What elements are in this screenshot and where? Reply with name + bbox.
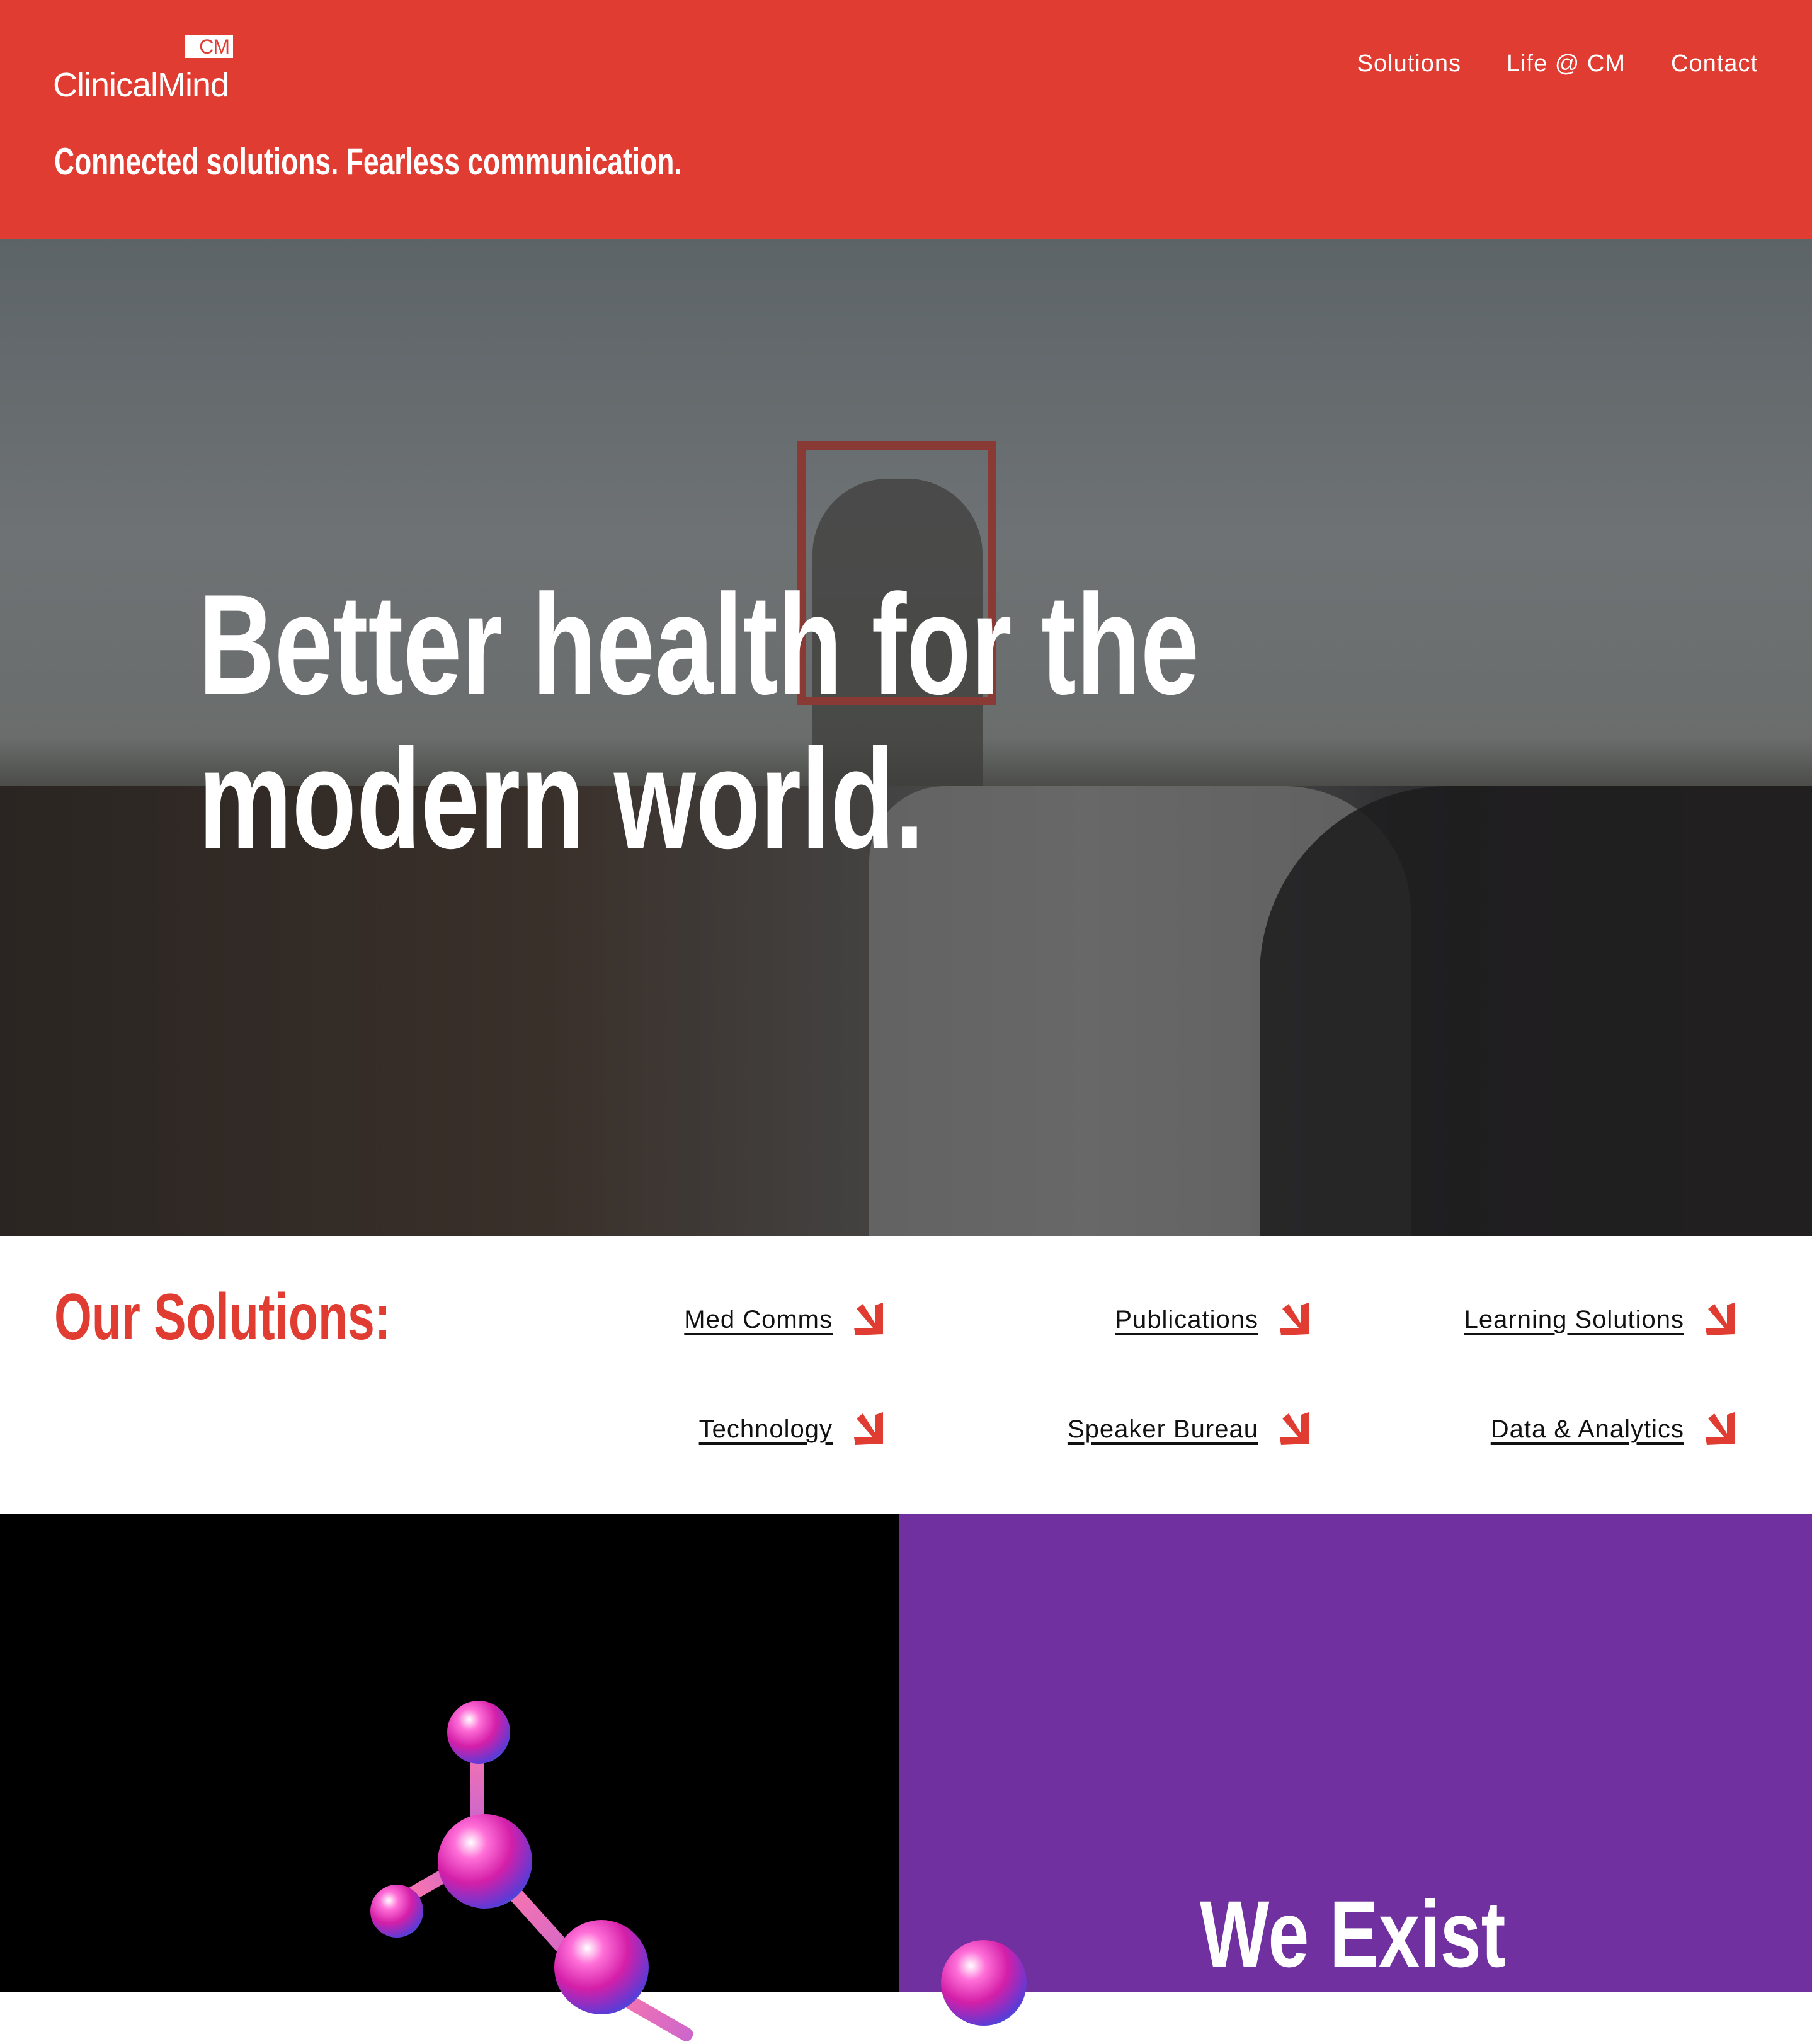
solution-link-med-comms[interactable]: Med Comms	[684, 1303, 888, 1337]
solutions-section: Our Solutions:	[0, 1236, 1812, 1514]
nav-life-at-cm[interactable]: Life @ CM	[1507, 50, 1626, 77]
hero-headline: Better health for the modern world.	[198, 564, 1199, 878]
solution-link-label: Data & Analytics	[1490, 1415, 1684, 1443]
molecule-panel	[0, 1514, 899, 2044]
hero-video: Better health for the modern world.	[0, 239, 1812, 1236]
solution-link-label: Publications	[1115, 1305, 1258, 1333]
site-header: CM ClinicalMind Connected solutions. Fea…	[0, 0, 1812, 239]
solution-link-publications[interactable]: Publications	[1115, 1303, 1314, 1337]
solution-link-speaker-bureau[interactable]: Speaker Bureau	[1068, 1412, 1314, 1446]
arrow-down-right-icon	[1280, 1412, 1309, 1445]
arrow-down-right-icon	[1706, 1412, 1735, 1445]
arrow-down-right-icon	[1280, 1303, 1309, 1335]
nav-solutions[interactable]: Solutions	[1357, 50, 1461, 77]
logo-text[interactable]: ClinicalMind	[53, 66, 229, 105]
solution-link-label: Med Comms	[684, 1305, 833, 1333]
we-exist-title: We Exist	[1200, 1881, 1506, 1987]
molecule-atom	[438, 1814, 532, 1909]
hero-hair-figure	[1260, 786, 1812, 1236]
molecule-atom	[370, 1885, 423, 1938]
solution-link-data-analytics[interactable]: Data & Analytics	[1491, 1412, 1740, 1446]
we-exist-panel: We Exist	[899, 1514, 1812, 2026]
arrow-down-right-icon	[854, 1303, 883, 1335]
solutions-title: Our Solutions:	[54, 1281, 391, 1354]
solution-link-learning-solutions[interactable]: Learning Solutions	[1464, 1303, 1740, 1337]
arrow-down-right-icon	[854, 1412, 883, 1445]
solution-link-label: Learning Solutions	[1464, 1305, 1684, 1333]
arrow-down-right-icon	[1706, 1303, 1735, 1335]
logo-badge[interactable]: CM	[185, 35, 233, 58]
molecule-atom	[941, 1940, 1027, 2026]
solution-link-technology[interactable]: Technology	[699, 1412, 888, 1446]
molecule-atom	[554, 1920, 649, 2014]
solution-link-label: Technology	[698, 1415, 833, 1443]
solution-link-label: Speaker Bureau	[1067, 1415, 1258, 1443]
tagline: Connected solutions. Fearless communicat…	[54, 140, 682, 183]
molecule-atom	[447, 1701, 510, 1764]
main-nav: Solutions Life @ CM Contact	[1357, 50, 1758, 77]
nav-contact[interactable]: Contact	[1671, 50, 1758, 77]
